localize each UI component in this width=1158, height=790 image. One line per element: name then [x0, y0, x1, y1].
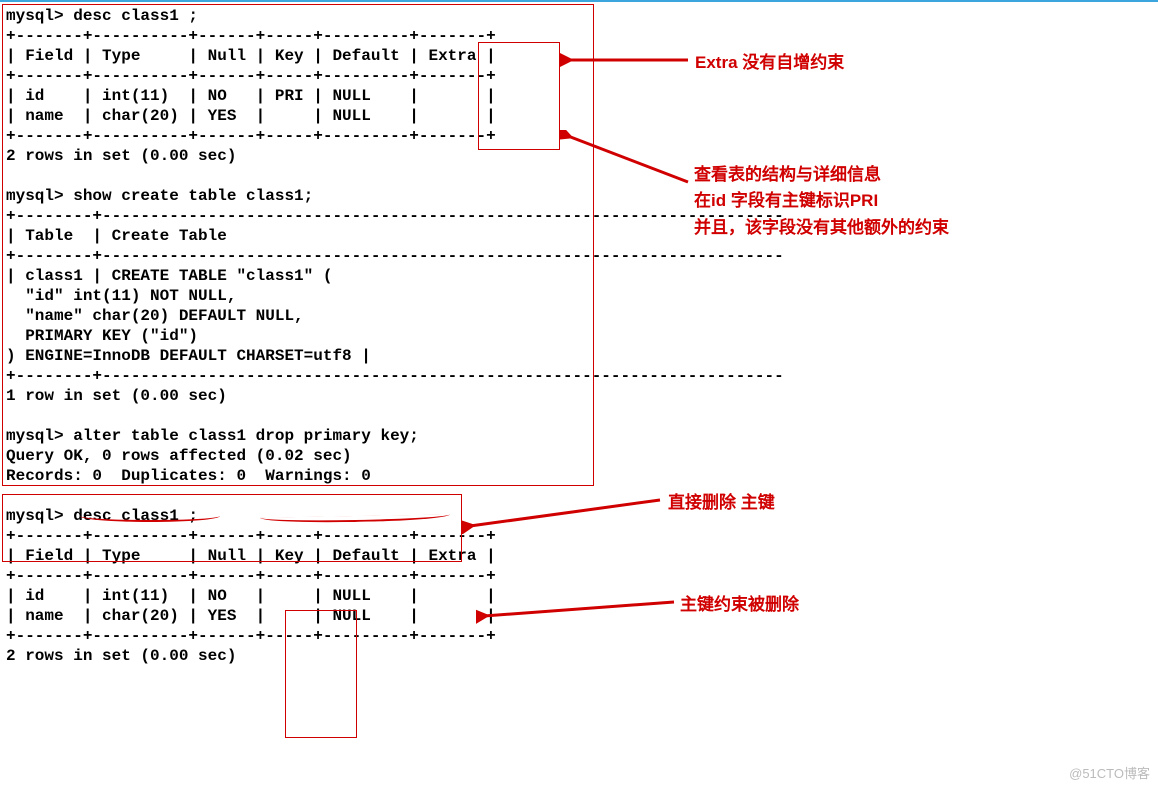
terminal-output: mysql> desc class1 ; +-------+----------… — [6, 6, 784, 666]
top-border — [0, 0, 1158, 2]
annotation-removed: 主键约束被删除 — [680, 592, 799, 618]
watermark: @51CTO博客 — [1069, 764, 1150, 784]
annotation-extra: Extra 没有自增约束 — [695, 50, 844, 76]
annotation-structure: 查看表的结构与详细信息 在id 字段有主键标识PRI 并且，该字段没有其他额外的… — [694, 162, 949, 241]
annotation-drop: 直接删除 主键 — [668, 490, 775, 516]
